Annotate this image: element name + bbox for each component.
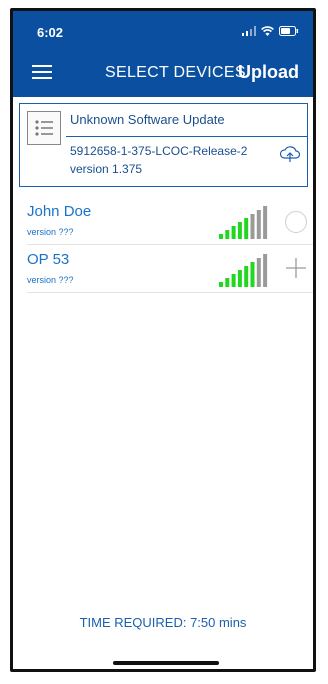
signal-bar: [250, 214, 255, 239]
signal-bar: [256, 258, 261, 287]
signal-bar: [231, 226, 236, 239]
upload-button[interactable]: Upload: [238, 62, 299, 83]
phone-frame: 6:02 SELECT DEVICES Upload Unknown Softw…: [10, 8, 316, 672]
signal-bar: [244, 266, 249, 287]
signal-strength-icon: [219, 206, 268, 239]
update-title: Unknown Software Update: [70, 112, 225, 127]
battery-icon: [279, 26, 299, 36]
page-title: SELECT DEVICES: [105, 64, 246, 81]
signal-bar: [231, 274, 236, 287]
device-name: OP 53: [27, 251, 70, 268]
device-row[interactable]: OP 53 version ???: [13, 245, 313, 293]
cellular-signal-icon: [242, 26, 256, 36]
device-version: version ???: [27, 227, 74, 237]
device-version: version ???: [27, 275, 74, 285]
home-indicator[interactable]: [113, 661, 219, 665]
status-bar: 6:02: [13, 11, 313, 51]
update-divider: [66, 136, 307, 137]
cloud-upload-icon[interactable]: [279, 144, 301, 164]
signal-bar: [219, 234, 223, 239]
device-row[interactable]: John Doe version ???: [13, 197, 313, 245]
device-name: John Doe: [27, 203, 92, 220]
navigation-bar: SELECT DEVICES Upload: [13, 51, 313, 97]
signal-bar: [244, 218, 249, 239]
time-required-label: TIME REQUIRED: 7:50 mins: [79, 615, 247, 630]
hamburger-menu-icon[interactable]: [32, 65, 52, 81]
status-icons: [242, 26, 299, 36]
signal-bar: [219, 282, 223, 287]
signal-bar: [250, 262, 255, 287]
list-document-icon: [27, 111, 61, 145]
signal-bar: [225, 230, 230, 239]
wifi-icon: [261, 26, 274, 36]
select-radio-button[interactable]: [285, 211, 307, 233]
signal-bar: [263, 206, 268, 239]
signal-bar: [237, 270, 242, 287]
signal-bar: [263, 254, 268, 287]
signal-bar: [225, 278, 230, 287]
signal-bar: [237, 222, 242, 239]
plus-icon[interactable]: [285, 257, 307, 279]
signal-bar: [256, 210, 261, 239]
update-filename: 5912658-1-375-LCOC-Release-2: [70, 144, 248, 158]
software-update-card[interactable]: Unknown Software Update 5912658-1-375-LC…: [19, 103, 308, 187]
update-version: version 1.375: [70, 162, 143, 176]
status-time: 6:02: [37, 25, 64, 40]
signal-strength-icon: [219, 254, 268, 287]
row-divider: [27, 292, 313, 293]
